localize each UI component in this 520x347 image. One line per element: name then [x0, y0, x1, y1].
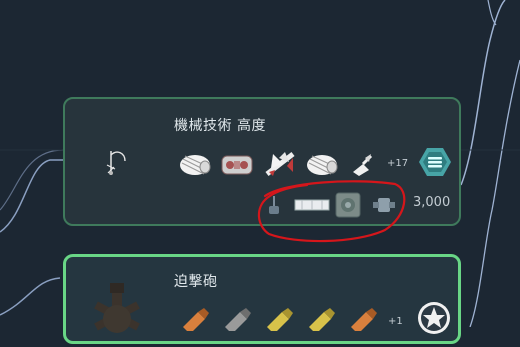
tech-node-mortar[interactable]: 迫撃砲 +1 [63, 254, 461, 344]
grapple-hook-icon [103, 147, 131, 183]
extra-unlock-count: +17 [387, 158, 409, 169]
star-icon[interactable] [417, 301, 451, 339]
gatling-icon[interactable] [177, 151, 211, 181]
shell-gold-icon[interactable] [264, 307, 294, 335]
shell-bronze-icon[interactable] [348, 307, 378, 335]
research-cost: 3,000 [413, 195, 451, 210]
node-title: 機械技術 高度 [174, 118, 266, 134]
winged-missile-icon[interactable] [263, 148, 297, 182]
shell-bronze-icon[interactable] [180, 307, 210, 335]
gatling-icon[interactable] [304, 151, 338, 181]
node-title: 迫撃砲 [174, 274, 218, 290]
shell-silver-icon[interactable] [222, 307, 252, 335]
extra-unlock-count: +1 [388, 316, 403, 327]
hexagon-tech-icon[interactable] [418, 147, 452, 181]
shell-gold-icon[interactable] [306, 307, 336, 335]
gun-pod-icon[interactable] [220, 153, 254, 181]
mortar-icon [82, 283, 152, 347]
annotation-circle [257, 180, 406, 243]
